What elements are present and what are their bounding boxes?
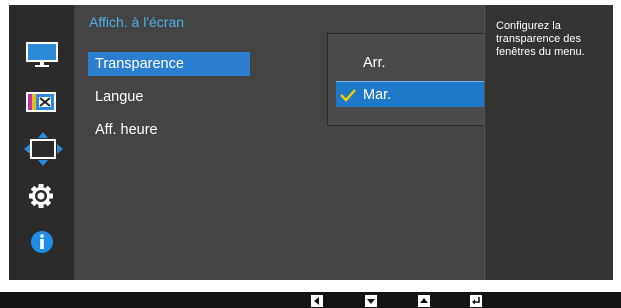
menu-item-label: Transparence [95, 56, 184, 72]
menu-item-aff-heure[interactable]: Aff. heure [88, 118, 250, 142]
navigation-bar [0, 292, 621, 308]
menu-title: Affich. à l'écran [89, 14, 185, 30]
menu-item-label: Aff. heure [95, 122, 158, 138]
gear-icon [9, 184, 74, 219]
color-icon [9, 92, 74, 126]
checkmark-icon [339, 86, 357, 112]
size-position-menu-button[interactable] [9, 132, 74, 168]
left-button[interactable] [311, 295, 323, 307]
help-text: Configurez la transparence des fenêtres … [496, 20, 585, 58]
menu-item-transparence[interactable]: Transparence [88, 52, 250, 76]
option-label: Arr. [363, 55, 386, 71]
help-panel: Configurez la transparence des fenêtres … [484, 5, 613, 280]
color-menu-button[interactable] [9, 86, 74, 122]
information-menu-button[interactable] [9, 225, 74, 261]
down-button[interactable] [365, 295, 377, 307]
menu-content: Affich. à l'écran Transparence Langue Af… [74, 5, 539, 280]
enter-button[interactable] [470, 295, 482, 307]
option-label: Mar. [363, 87, 392, 103]
size-position-icon [9, 132, 74, 172]
picture-menu-button[interactable] [9, 38, 74, 74]
up-button[interactable] [418, 295, 430, 307]
monitor-icon [9, 42, 74, 78]
info-icon [9, 231, 74, 265]
osd-window: Affich. à l'écran Transparence Langue Af… [9, 5, 613, 280]
menu-icon-bar [9, 5, 74, 280]
setup-menu-button[interactable] [9, 179, 74, 215]
menu-item-label: Langue [95, 89, 144, 105]
menu-item-langue[interactable]: Langue [88, 85, 250, 109]
